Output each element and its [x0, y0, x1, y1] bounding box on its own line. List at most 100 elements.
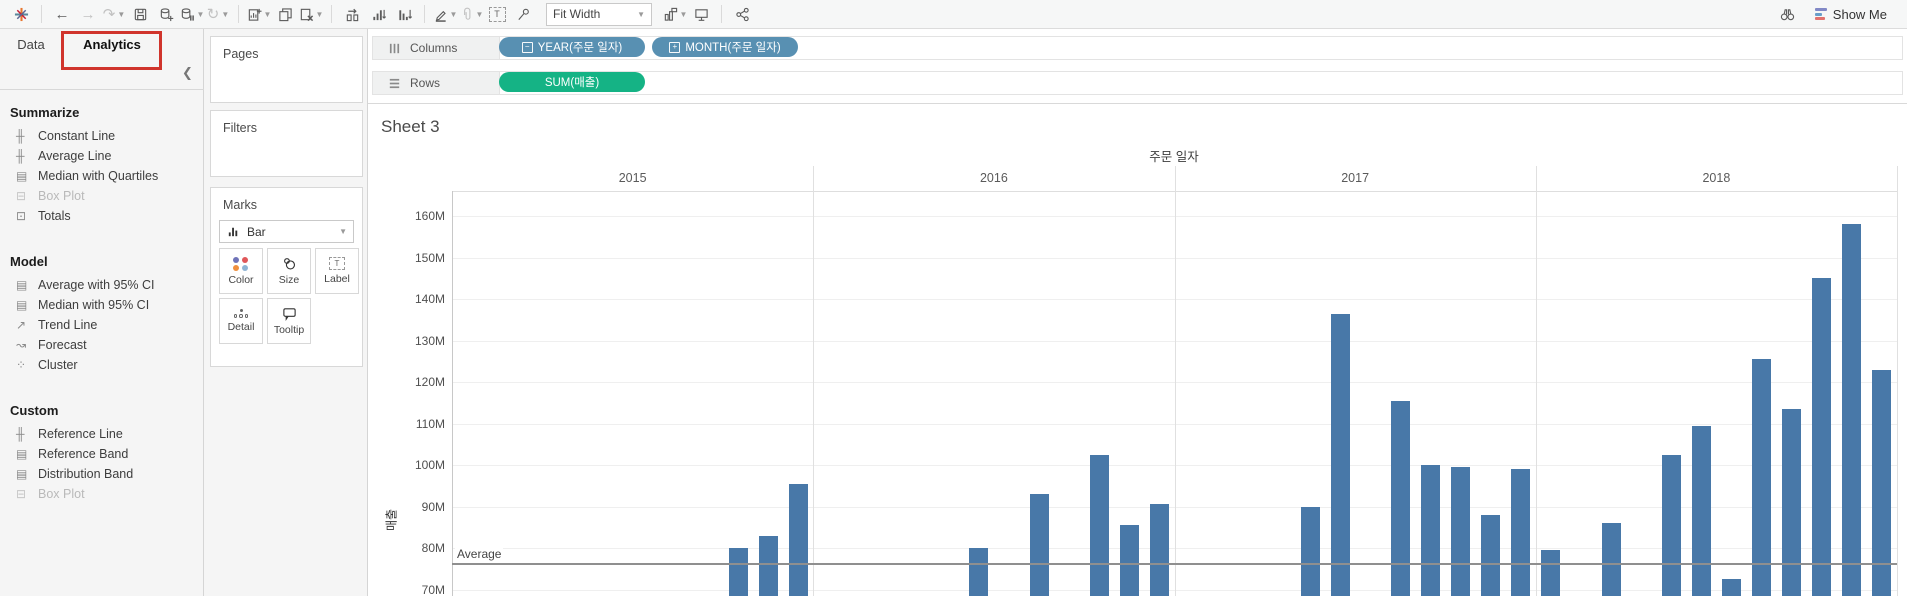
- chevron-down-icon: ▼: [263, 9, 272, 19]
- bar-2018-m3[interactable]: [1601, 523, 1621, 596]
- bar-2017-m9[interactable]: [1420, 465, 1440, 596]
- fit-dropdown[interactable]: Fit Width ▼: [546, 2, 652, 26]
- pill-year-order-date[interactable]: − YEAR(주문 일자): [499, 37, 645, 57]
- size-button[interactable]: Size: [267, 248, 311, 294]
- analytics-item-median-with-quartiles[interactable]: ▤ Median with Quartiles: [0, 166, 204, 186]
- bar-2017-m11[interactable]: [1481, 514, 1501, 596]
- bar-2017-m10[interactable]: [1451, 467, 1470, 596]
- tab-data[interactable]: Data: [2, 29, 60, 60]
- filters-card[interactable]: Filters: [210, 110, 363, 177]
- fix-axes-button[interactable]: [510, 2, 536, 26]
- analytics-item-distribution-band[interactable]: ▤ Distribution Band: [0, 464, 204, 484]
- bar-2018-m1[interactable]: [1541, 550, 1561, 596]
- bar-2018-m11[interactable]: [1842, 224, 1862, 596]
- chevron-down-icon: ▼: [637, 9, 645, 19]
- analytics-item-label: Reference Line: [38, 427, 123, 441]
- show-me-button[interactable]: Show Me: [1814, 6, 1887, 22]
- clear-sheet-button[interactable]: ▼: [298, 2, 324, 26]
- expand-hierarchy-icon[interactable]: +: [669, 41, 681, 53]
- analytics-item-box-plot: ⊟ Box Plot: [0, 186, 204, 206]
- share-button[interactable]: [729, 2, 755, 26]
- presentation-mode-button[interactable]: [688, 2, 714, 26]
- bar-2018-m8[interactable]: [1752, 359, 1771, 596]
- box-icon: ⊟: [16, 487, 27, 501]
- analytics-item-reference-line[interactable]: ╫ Reference Line: [0, 424, 204, 444]
- fit-dropdown-value: Fit Width: [553, 7, 601, 21]
- analytics-item-cluster[interactable]: ⁘ Cluster: [0, 355, 204, 375]
- bar-2015-m10[interactable]: [728, 548, 748, 596]
- bar-2018-m7[interactable]: [1721, 579, 1741, 596]
- save-button[interactable]: [127, 2, 153, 26]
- analytics-item-label: Totals: [38, 209, 71, 223]
- mark-type-dropdown[interactable]: Bar ▼: [219, 220, 354, 243]
- chevron-down-icon: ▼: [315, 9, 324, 19]
- highlight-button[interactable]: ▼: [432, 2, 458, 26]
- pages-card-title: Pages: [223, 47, 259, 61]
- pill-month-order-date[interactable]: + MONTH(주문 일자): [652, 37, 798, 57]
- group-members-button: ▼: [458, 2, 484, 26]
- y-axis-tick: 150M: [414, 250, 445, 265]
- refresh-data-button: ↻ ▼: [206, 5, 230, 23]
- bar-2017-m6[interactable]: [1330, 313, 1350, 596]
- collapse-hierarchy-icon[interactable]: −: [521, 41, 533, 53]
- analytics-item-label: Box Plot: [38, 487, 85, 501]
- toolbar-separator: [41, 5, 42, 23]
- bar-2018-m6[interactable]: [1691, 425, 1711, 596]
- pill-sum-sales[interactable]: SUM(매출): [499, 72, 645, 92]
- section-title-custom: Custom: [10, 403, 59, 418]
- duplicate-sheet-button[interactable]: [272, 2, 298, 26]
- mark-button-label: Tooltip: [273, 324, 305, 336]
- analytics-item-trend-line[interactable]: ↗ Trend Line: [0, 315, 204, 335]
- tableau-logo-button[interactable]: [8, 2, 34, 26]
- bar-2018-m5[interactable]: [1661, 454, 1681, 596]
- show-me-label: Show Me: [1832, 6, 1887, 22]
- bar-2016-m11[interactable]: [1119, 525, 1139, 596]
- analytics-item-constant-line[interactable]: ╫ Constant Line: [0, 126, 204, 146]
- bar-2017-m5[interactable]: [1300, 506, 1320, 596]
- bar-2015-m12[interactable]: [788, 483, 808, 596]
- label-button[interactable]: T Label: [315, 248, 359, 294]
- bar-2018-m10[interactable]: [1812, 278, 1832, 596]
- analytics-item-totals[interactable]: ⊡ Totals: [0, 206, 204, 226]
- tooltip-button[interactable]: Tooltip: [267, 298, 311, 344]
- analytics-options-list: Summarize ╫ Constant Line ╫ Average Line ▤ Med…: [0, 97, 204, 504]
- analytics-item-reference-band[interactable]: ▤ Reference Band: [0, 444, 204, 464]
- tab-analytics[interactable]: Analytics: [66, 29, 158, 60]
- show-mark-labels-button[interactable]: ▼: [662, 2, 688, 26]
- sheet-title: Sheet 3: [381, 117, 440, 136]
- find-binoculars-icon[interactable]: [1775, 2, 1801, 26]
- bar-2016-m6[interactable]: [969, 548, 989, 596]
- year-divider: [1897, 166, 1898, 596]
- band-icon: ▤: [16, 169, 28, 183]
- swap-rows-columns-button[interactable]: [339, 2, 365, 26]
- y-axis-tick: 140M: [414, 292, 445, 306]
- bar-2015-m11[interactable]: [758, 535, 778, 596]
- add-data-source-button[interactable]: [153, 2, 179, 26]
- bar-2016-m8[interactable]: [1029, 494, 1049, 596]
- detail-button[interactable]: Detail: [219, 298, 263, 344]
- sort-descending-button[interactable]: [391, 2, 417, 26]
- tableau-window: ← → ↷ ▼ ▼ ↻ ▼ ▼ ▼ ▼ ▼ T Fit Width ▼ ▼ Show Me Data …: [0, 0, 1907, 596]
- analytics-item-median-with-95-ci[interactable]: ▤ Median with 95% CI: [0, 295, 204, 315]
- chevron-down-icon: ▼: [196, 9, 205, 19]
- y-axis-tick: 130M: [414, 333, 445, 348]
- pages-card[interactable]: Pages: [210, 36, 363, 103]
- bar-2017-m8[interactable]: [1390, 400, 1410, 596]
- analytics-item-average-with-95-ci[interactable]: ▤ Average with 95% CI: [0, 275, 204, 295]
- undo-button[interactable]: ←: [49, 2, 75, 26]
- average-reference-line[interactable]: [452, 562, 1897, 565]
- pause-auto-updates-button[interactable]: ▼: [179, 2, 205, 26]
- bar-2017-m12[interactable]: [1511, 469, 1531, 596]
- new-worksheet-button[interactable]: ▼: [246, 2, 272, 26]
- color-button[interactable]: Color: [219, 248, 263, 294]
- analytics-item-average-line[interactable]: ╫ Average Line: [0, 146, 204, 166]
- bar-2016-m10[interactable]: [1089, 454, 1109, 596]
- bar-2016-m12[interactable]: [1149, 504, 1169, 596]
- section-title-model: Model: [10, 254, 48, 269]
- totals-icon: ⊡: [16, 209, 27, 223]
- year-divider: [813, 166, 815, 596]
- bar-2018-m9[interactable]: [1782, 409, 1802, 596]
- sort-ascending-button[interactable]: [365, 2, 391, 26]
- collapse-pane-chevron-icon[interactable]: ❮: [182, 65, 193, 81]
- analytics-item-forecast[interactable]: ↝ Forecast: [0, 335, 204, 355]
